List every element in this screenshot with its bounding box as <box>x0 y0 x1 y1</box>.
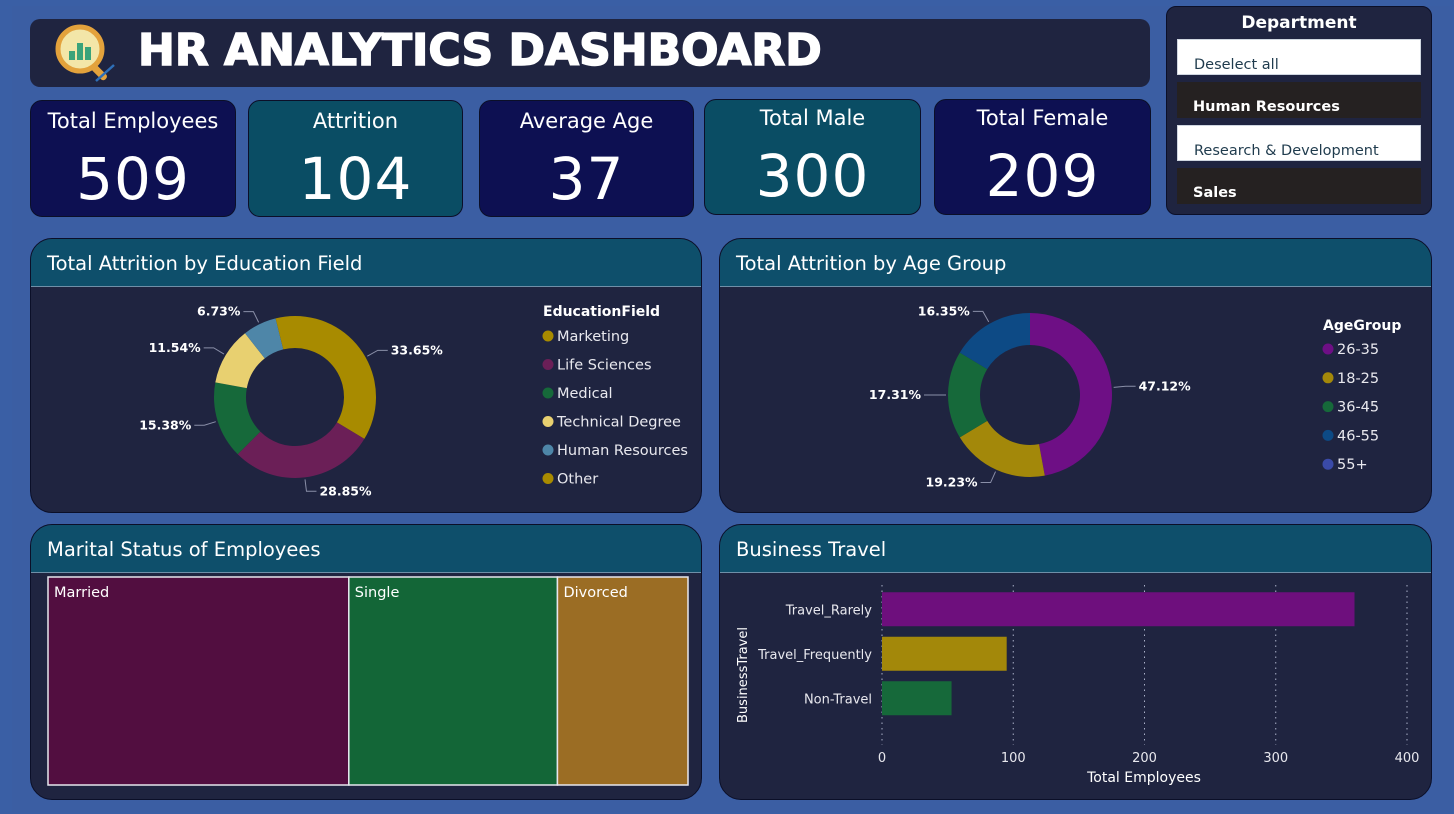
legend-marker <box>1322 429 1334 441</box>
legend-item-55[interactable]: 55+ <box>1337 457 1368 473</box>
x-tick-label: 0 <box>878 751 886 766</box>
slicer-option-research-development[interactable]: Research & Development <box>1177 125 1421 161</box>
legend-marker <box>542 387 554 399</box>
legend-item-human-resources[interactable]: Human Resources <box>557 443 688 459</box>
legend-marker <box>1322 458 1334 470</box>
legend-marker <box>1322 343 1334 355</box>
title-bar: HR ANALYTICS DASHBOARD <box>30 19 1150 87</box>
education-attrition-panel: Total Attrition by Education Field 33.65… <box>30 238 702 513</box>
leader-line <box>1113 385 1136 388</box>
kpi-value: 300 <box>755 142 870 210</box>
legend-marker <box>1322 401 1334 413</box>
data-label: 28.85% <box>319 483 372 498</box>
slicer-option-deselect-all[interactable]: Deselect all <box>1177 39 1421 75</box>
legend-marker <box>1322 372 1334 384</box>
kpi-total-employees: Total Employees 509 <box>30 100 236 217</box>
y-category-label: Non-Travel <box>804 692 872 707</box>
donut-slice-marketing[interactable] <box>295 316 376 439</box>
kpi-value: 209 <box>985 142 1100 210</box>
leader-line <box>980 471 996 484</box>
x-tick-label: 100 <box>1001 751 1026 766</box>
kpi-value: 37 <box>548 145 625 213</box>
legend-title: AgeGroup <box>1323 318 1401 334</box>
kpi-label: Average Age <box>519 109 654 133</box>
marital-status-panel: Marital Status of Employees Married Singl… <box>30 524 702 800</box>
data-label: 11.54% <box>149 340 202 355</box>
legend-item-marketing[interactable]: Marketing <box>557 329 629 345</box>
kpi-value: 509 <box>76 145 190 213</box>
slicer-title: Department <box>1241 13 1357 33</box>
department-slicer: Department Deselect all Human Resources … <box>1166 6 1432 215</box>
treemap-label: Divorced <box>563 585 627 601</box>
legend-item-18-25[interactable]: 18-25 <box>1337 371 1379 387</box>
slicer-option-human-resources[interactable]: Human Resources <box>1177 82 1421 118</box>
kpi-attrition: Attrition 104 <box>248 100 463 217</box>
legend-item-life-sciences[interactable]: Life Sciences <box>557 358 652 374</box>
kpi-value: 104 <box>298 145 413 213</box>
legend-item-36-45[interactable]: 36-45 <box>1337 400 1379 416</box>
y-category-label: Travel_Frequently <box>757 648 872 663</box>
x-tick-label: 200 <box>1132 751 1157 766</box>
treemap-label: Married <box>54 585 109 601</box>
legend-marker <box>542 330 554 342</box>
leader-line <box>243 311 260 323</box>
treemap-label: Single <box>355 585 400 601</box>
education-donut-chart: 33.65% 28.85% 15.38% 11.54% 6.73% EducationF… <box>139 304 688 499</box>
kpi-label: Attrition <box>312 109 399 133</box>
data-label: 6.73% <box>197 304 241 319</box>
bar-travel-frequently[interactable] <box>882 636 1007 671</box>
x-axis-label: Total Employees <box>1086 770 1201 786</box>
age-attrition-panel: Total Attrition by Age Group 47.12% 19.23… <box>719 238 1432 513</box>
page-title: HR ANALYTICS DASHBOARD <box>137 24 822 77</box>
legend-item-26-35[interactable]: 26-35 <box>1337 342 1379 358</box>
age-donut-chart: 47.12% 19.23% 17.31% 16.35% AgeGroup 26-35 1… <box>869 303 1401 490</box>
kpi-label: Total Male <box>759 106 866 130</box>
legend-item-medical[interactable]: Medical <box>557 386 613 402</box>
leader-line <box>203 347 225 355</box>
kpi-total-female: Total Female 209 <box>934 99 1151 215</box>
treemap-cell-single[interactable] <box>348 576 559 786</box>
treemap-cell-married[interactable] <box>47 576 350 786</box>
leader-line <box>194 421 216 426</box>
kpi-label: Total Female <box>976 106 1109 130</box>
legend-title: EducationField <box>543 304 660 320</box>
y-category-label: Travel_Rarely <box>785 603 873 618</box>
business-travel-panel: Business Travel Travel_Rarely Travel_Freq… <box>719 524 1432 800</box>
legend-marker <box>542 416 554 427</box>
leader-line <box>367 349 388 357</box>
data-label: 33.65% <box>391 342 444 357</box>
data-label: 19.23% <box>926 475 979 490</box>
leader-line <box>304 479 317 492</box>
bar-travel-rarely[interactable] <box>882 592 1355 627</box>
slicer-option-sales[interactable]: Sales <box>1177 168 1421 204</box>
analytics-magnifier-icon <box>55 24 115 82</box>
data-label: 16.35% <box>918 303 971 318</box>
legend-item-46-55[interactable]: 46-55 <box>1337 428 1379 444</box>
treemap-cell-divorced[interactable] <box>556 576 689 786</box>
legend-marker <box>542 473 554 484</box>
data-label: 17.31% <box>869 387 922 402</box>
data-label: 15.38% <box>139 417 192 432</box>
data-label: 47.12% <box>1139 378 1192 393</box>
x-tick-label: 400 <box>1395 751 1420 766</box>
business-travel-bar-chart: Travel_Rarely Travel_Frequently Non-Travel… <box>736 585 1420 786</box>
kpi-total-male: Total Male 300 <box>704 99 921 215</box>
donut-slice-26-35[interactable] <box>1030 313 1112 476</box>
kpi-average-age: Average Age 37 <box>479 100 694 217</box>
legend-item-technical-degree[interactable]: Technical Degree <box>556 415 681 431</box>
leader-line <box>972 310 990 323</box>
bar-non-travel[interactable] <box>882 681 952 716</box>
legend-item-other[interactable]: Other <box>557 472 598 488</box>
x-tick-label: 300 <box>1263 751 1288 766</box>
legend-marker <box>542 359 554 370</box>
marital-treemap: Married Single Divorced <box>47 576 689 786</box>
legend-marker <box>542 444 554 456</box>
y-axis-label: BusinessTravel <box>736 627 751 723</box>
kpi-label: Total Employees <box>47 109 219 133</box>
